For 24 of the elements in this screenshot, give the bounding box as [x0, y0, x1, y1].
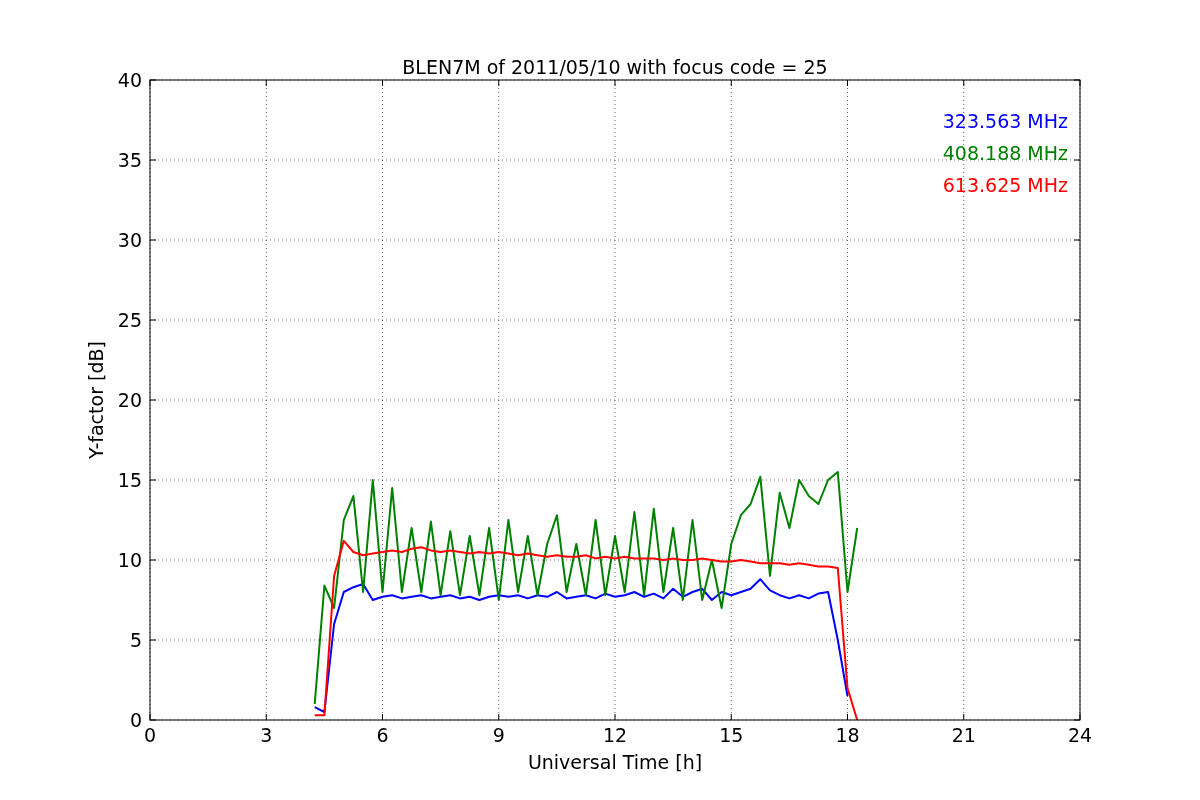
tick-label: 6 [376, 724, 389, 746]
tick-label: 12 [602, 724, 628, 746]
tick-label: 20 [117, 389, 142, 411]
tick-label: 40 [117, 69, 142, 91]
tick-label: 0 [129, 709, 142, 731]
tick-label: 25 [117, 309, 142, 331]
tick-label: 35 [117, 149, 142, 171]
legend-label: 323.563 MHz [942, 110, 1068, 132]
tick-label: 9 [492, 724, 505, 746]
legend-label: 408.188 MHz [942, 142, 1068, 164]
axis-label: Universal Time [h] [527, 751, 703, 773]
tick-label: 30 [117, 229, 142, 251]
tick-label: 3 [260, 724, 273, 746]
legend-label: 613.625 MHz [942, 174, 1068, 196]
tick-label: 15 [117, 469, 142, 491]
tick-label: 21 [951, 724, 976, 746]
tick-label: 10 [117, 549, 142, 571]
tick-label: 5 [129, 629, 142, 651]
axis-label: Y-factor [dB] [85, 341, 107, 459]
tick-label: 15 [719, 724, 744, 746]
tick-label: 24 [1067, 724, 1093, 746]
tick-label: 0 [143, 724, 157, 746]
chart-title: BLEN7M of 2011/05/10 with focus code = 25 [402, 56, 828, 78]
tick-label: 18 [835, 724, 860, 746]
